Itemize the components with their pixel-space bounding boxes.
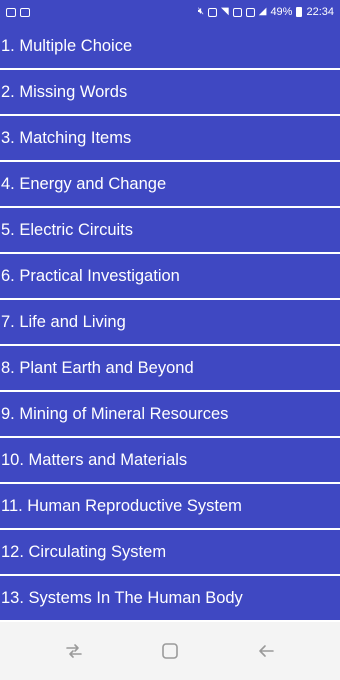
back-button[interactable] [253, 638, 279, 664]
home-button[interactable] [157, 638, 183, 664]
status-bar: 🔇︎ ◥ ◢ 49% 22:34 [0, 0, 340, 24]
status-bar-right: 🔇︎ ◥ ◢ 49% 22:34 [198, 6, 334, 18]
gallery-notification-icon [6, 7, 16, 17]
list-item-label: 4. Energy and Change [1, 174, 167, 193]
list-item-label: 9. Mining of Mineral Resources [1, 404, 229, 423]
list-item[interactable]: 4. Energy and Change [0, 162, 340, 206]
data-icon [245, 7, 255, 17]
battery-icon [296, 7, 303, 17]
list-item-label: 2. Missing Words [1, 82, 128, 101]
status-time: 22:34 [306, 6, 334, 18]
list-item-label: 1. Multiple Choice [1, 36, 133, 55]
nfc-icon [232, 7, 242, 17]
list-item[interactable]: 2. Missing Words [0, 70, 340, 114]
list-item-label: 13. Systems In The Human Body [1, 588, 243, 607]
navigation-bar [0, 622, 340, 680]
list-item-label: 11. Human Reproductive System [1, 496, 242, 515]
mute-icon: 🔇︎ [197, 6, 205, 17]
recent-apps-icon [66, 644, 82, 658]
back-icon [259, 645, 274, 657]
list-item-label: 12. Circulating System [1, 542, 167, 561]
list-item-label: 8. Plant Earth and Beyond [1, 358, 194, 377]
message-notification-icon [20, 7, 30, 17]
list-item[interactable]: 12. Circulating System [0, 530, 340, 574]
battery-percent: 49% [270, 6, 293, 18]
alarm-icon [208, 7, 218, 17]
list-item[interactable]: 6. Practical Investigation [0, 254, 340, 298]
list-item[interactable]: 10. Matters and Materials [0, 438, 340, 482]
list-item-label: 5. Electric Circuits [1, 220, 134, 239]
recent-apps-button[interactable] [61, 638, 87, 664]
topic-list: 1. Multiple Choice 2. Missing Words 3. M… [0, 24, 340, 622]
list-item[interactable]: 3. Matching Items [0, 116, 340, 160]
list-item[interactable]: 9. Mining of Mineral Resources [0, 392, 340, 436]
list-item[interactable]: 7. Life and Living [0, 300, 340, 344]
list-item[interactable]: 1. Multiple Choice [0, 24, 340, 68]
list-item-label: 6. Practical Investigation [1, 266, 180, 285]
list-item-label: 3. Matching Items [1, 128, 132, 147]
list-item[interactable]: 13. Systems In The Human Body [0, 576, 340, 620]
home-icon [162, 643, 178, 659]
status-bar-left [6, 7, 30, 17]
list-item[interactable]: 11. Human Reproductive System [0, 484, 340, 528]
list-item[interactable]: 5. Electric Circuits [0, 208, 340, 252]
list-item[interactable]: 8. Plant Earth and Beyond [0, 346, 340, 390]
signal-icon: ◢ [258, 6, 267, 17]
wifi-icon: ◥ [221, 6, 229, 17]
list-item-label: 7. Life and Living [1, 312, 126, 331]
list-item-label: 10. Matters and Materials [1, 450, 188, 469]
